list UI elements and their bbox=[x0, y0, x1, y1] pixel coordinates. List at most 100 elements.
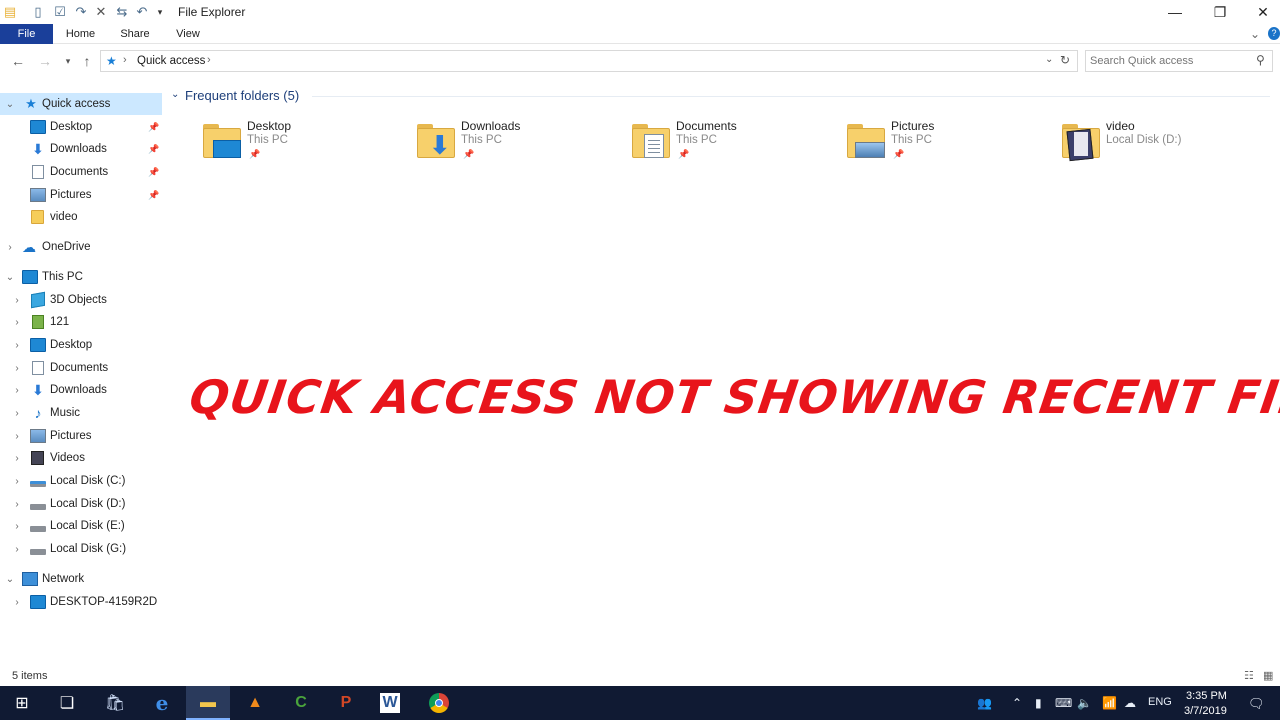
nav-disk-e[interactable]: › Local Disk (E:) bbox=[0, 515, 162, 537]
pin-icon[interactable]: 📌 bbox=[148, 122, 159, 133]
folder-tile-documents[interactable]: Documents This PC 📌 bbox=[632, 118, 832, 168]
folder-tile-video[interactable]: video Local Disk (D:) bbox=[1062, 118, 1262, 168]
pin-icon[interactable]: 📌 bbox=[148, 167, 159, 178]
tab-share[interactable]: Share bbox=[112, 24, 158, 44]
nav-121[interactable]: › 121 bbox=[0, 311, 162, 333]
customize-qat-chevron-icon[interactable]: ▾ bbox=[152, 4, 168, 20]
language-indicator[interactable]: ENG bbox=[1148, 696, 1172, 708]
camtasia-icon[interactable]: C bbox=[289, 691, 313, 715]
folder-tile-pictures[interactable]: Pictures This PC 📌 bbox=[847, 118, 1047, 168]
battery-icon[interactable]: ▮ bbox=[1035, 696, 1042, 710]
explorer-app-icon[interactable]: ▤ bbox=[2, 4, 18, 20]
breadcrumb-quick-access[interactable]: Quick access bbox=[137, 55, 205, 67]
expand-chevron-icon[interactable]: › bbox=[4, 242, 16, 253]
nav-desktop-computer[interactable]: › DESKTOP-4159R2D bbox=[0, 591, 162, 613]
clock-time[interactable]: 3:35 PM bbox=[1186, 690, 1227, 702]
expand-chevron-icon[interactable]: › bbox=[11, 385, 23, 396]
check-icon[interactable]: ☑ bbox=[52, 4, 68, 20]
back-arrow-icon[interactable]: ← bbox=[10, 53, 26, 69]
tab-home[interactable]: Home bbox=[58, 24, 103, 44]
file-explorer-icon[interactable]: ▬ bbox=[196, 691, 220, 715]
breadcrumb-separator-icon[interactable]: › bbox=[123, 54, 127, 66]
redo-icon[interactable]: ↷ bbox=[73, 4, 89, 20]
word-icon[interactable]: W bbox=[380, 693, 400, 713]
search-box[interactable]: ⚲ bbox=[1085, 50, 1273, 72]
nav-qa-video[interactable]: video bbox=[0, 206, 162, 228]
expand-chevron-icon[interactable]: › bbox=[11, 295, 23, 306]
collapse-chevron-icon[interactable]: ⌄ bbox=[4, 272, 16, 283]
expand-chevron-icon[interactable]: › bbox=[11, 476, 23, 487]
collapse-chevron-icon[interactable]: ⌄ bbox=[4, 99, 16, 110]
volume-icon[interactable]: 🔈 bbox=[1077, 696, 1092, 710]
search-icon[interactable]: ⚲ bbox=[1256, 53, 1265, 67]
expand-chevron-icon[interactable]: › bbox=[11, 453, 23, 464]
nav-disk-c[interactable]: › Local Disk (C:) bbox=[0, 470, 162, 492]
nav-quick-access[interactable]: ⌄ ★ Quick access bbox=[0, 93, 162, 115]
chrome-icon[interactable] bbox=[427, 691, 451, 715]
nav-pc-documents[interactable]: › Documents bbox=[0, 357, 162, 379]
undo-icon[interactable]: ↶ bbox=[134, 4, 150, 20]
nav-pc-videos[interactable]: › Videos bbox=[0, 447, 162, 469]
address-history-chevron-icon[interactable]: ⌄ bbox=[1045, 54, 1053, 65]
group-collapse-chevron-icon[interactable]: ⌄ bbox=[171, 89, 179, 100]
pin-icon[interactable]: 📌 bbox=[148, 190, 159, 201]
expand-chevron-icon[interactable]: › bbox=[11, 363, 23, 374]
nav-network[interactable]: ⌄ Network bbox=[0, 568, 162, 590]
powerpoint-icon[interactable]: P bbox=[334, 691, 358, 715]
rename-icon[interactable]: ⇆ bbox=[114, 4, 130, 20]
nav-qa-pictures[interactable]: Pictures 📌 bbox=[0, 184, 162, 206]
nav-qa-desktop[interactable]: Desktop 📌 bbox=[0, 116, 162, 138]
tab-file[interactable]: File bbox=[0, 24, 53, 44]
address-bar[interactable]: ★ › Quick access › ⌄ ↻ bbox=[100, 50, 1078, 72]
minimize-button[interactable]: — bbox=[1152, 0, 1198, 24]
expand-chevron-icon[interactable]: › bbox=[11, 408, 23, 419]
vlc-icon[interactable]: ▲ bbox=[243, 691, 267, 715]
refresh-icon[interactable]: ↻ bbox=[1060, 53, 1070, 67]
expand-chevron-icon[interactable]: › bbox=[11, 597, 23, 608]
delete-icon[interactable]: ✕ bbox=[93, 4, 109, 20]
expand-chevron-icon[interactable]: › bbox=[11, 431, 23, 442]
clock-date[interactable]: 3/7/2019 bbox=[1184, 705, 1227, 717]
collapse-chevron-icon[interactable]: ⌄ bbox=[4, 574, 16, 585]
recent-locations-chevron-icon[interactable]: ▾ bbox=[60, 53, 76, 69]
show-hidden-icons-chevron-icon[interactable]: ⌃ bbox=[1012, 696, 1022, 710]
expand-chevron-icon[interactable]: › bbox=[11, 521, 23, 532]
breadcrumb-chevron-icon[interactable]: › bbox=[207, 54, 211, 66]
up-arrow-icon[interactable]: ↑ bbox=[79, 53, 95, 69]
people-icon[interactable]: 👥 bbox=[977, 696, 992, 710]
nav-disk-d[interactable]: › Local Disk (D:) bbox=[0, 493, 162, 515]
nav-disk-g[interactable]: › Local Disk (G:) bbox=[0, 538, 162, 560]
nav-pc-downloads[interactable]: › ⬇ Downloads bbox=[0, 379, 162, 401]
edge-icon[interactable]: e bbox=[150, 691, 174, 715]
nav-qa-documents[interactable]: Documents 📌 bbox=[0, 161, 162, 183]
nav-pc-pictures[interactable]: › Pictures bbox=[0, 425, 162, 447]
large-icons-view-icon[interactable]: ▦ bbox=[1263, 669, 1273, 682]
close-button[interactable]: ✕ bbox=[1240, 0, 1280, 24]
task-view-icon[interactable]: ❏ bbox=[55, 691, 79, 715]
nav-pc-desktop[interactable]: › Desktop bbox=[0, 334, 162, 356]
details-view-icon[interactable]: ☷ bbox=[1244, 669, 1254, 682]
nav-pc-music[interactable]: › ♪ Music bbox=[0, 402, 162, 424]
nav-3d-objects[interactable]: › 3D Objects bbox=[0, 289, 162, 311]
tab-view[interactable]: View bbox=[166, 24, 210, 44]
nav-onedrive[interactable]: › ☁ OneDrive bbox=[0, 236, 162, 258]
forward-arrow-icon[interactable]: → bbox=[37, 53, 53, 69]
device-icon[interactable]: ⌨ bbox=[1055, 696, 1072, 710]
frequent-folders-header[interactable]: Frequent folders (5) bbox=[185, 88, 299, 103]
folder-tile-desktop[interactable]: Desktop This PC 📌 bbox=[203, 118, 403, 168]
expand-chevron-icon[interactable]: › bbox=[11, 499, 23, 510]
expand-ribbon-chevron-icon[interactable]: ⌄ bbox=[1248, 24, 1262, 44]
search-input[interactable] bbox=[1090, 53, 1250, 69]
properties-icon[interactable]: ▯ bbox=[30, 4, 46, 20]
restore-button[interactable]: ❐ bbox=[1197, 0, 1243, 24]
windows-start-icon[interactable]: ⊞ bbox=[10, 691, 34, 715]
pin-icon[interactable]: 📌 bbox=[148, 144, 159, 155]
folder-tile-downloads[interactable]: ⬇ Downloads This PC 📌 bbox=[417, 118, 617, 168]
expand-chevron-icon[interactable]: › bbox=[11, 544, 23, 555]
nav-this-pc[interactable]: ⌄ This PC bbox=[0, 266, 162, 288]
action-center-icon[interactable]: 🗨 bbox=[1248, 696, 1265, 712]
onedrive-cloud-icon[interactable]: ☁ bbox=[1124, 696, 1136, 710]
nav-qa-downloads[interactable]: ⬇ Downloads 📌 bbox=[0, 138, 162, 160]
store-icon[interactable]: 🛍 bbox=[103, 691, 127, 715]
help-icon[interactable]: ? bbox=[1268, 27, 1280, 40]
